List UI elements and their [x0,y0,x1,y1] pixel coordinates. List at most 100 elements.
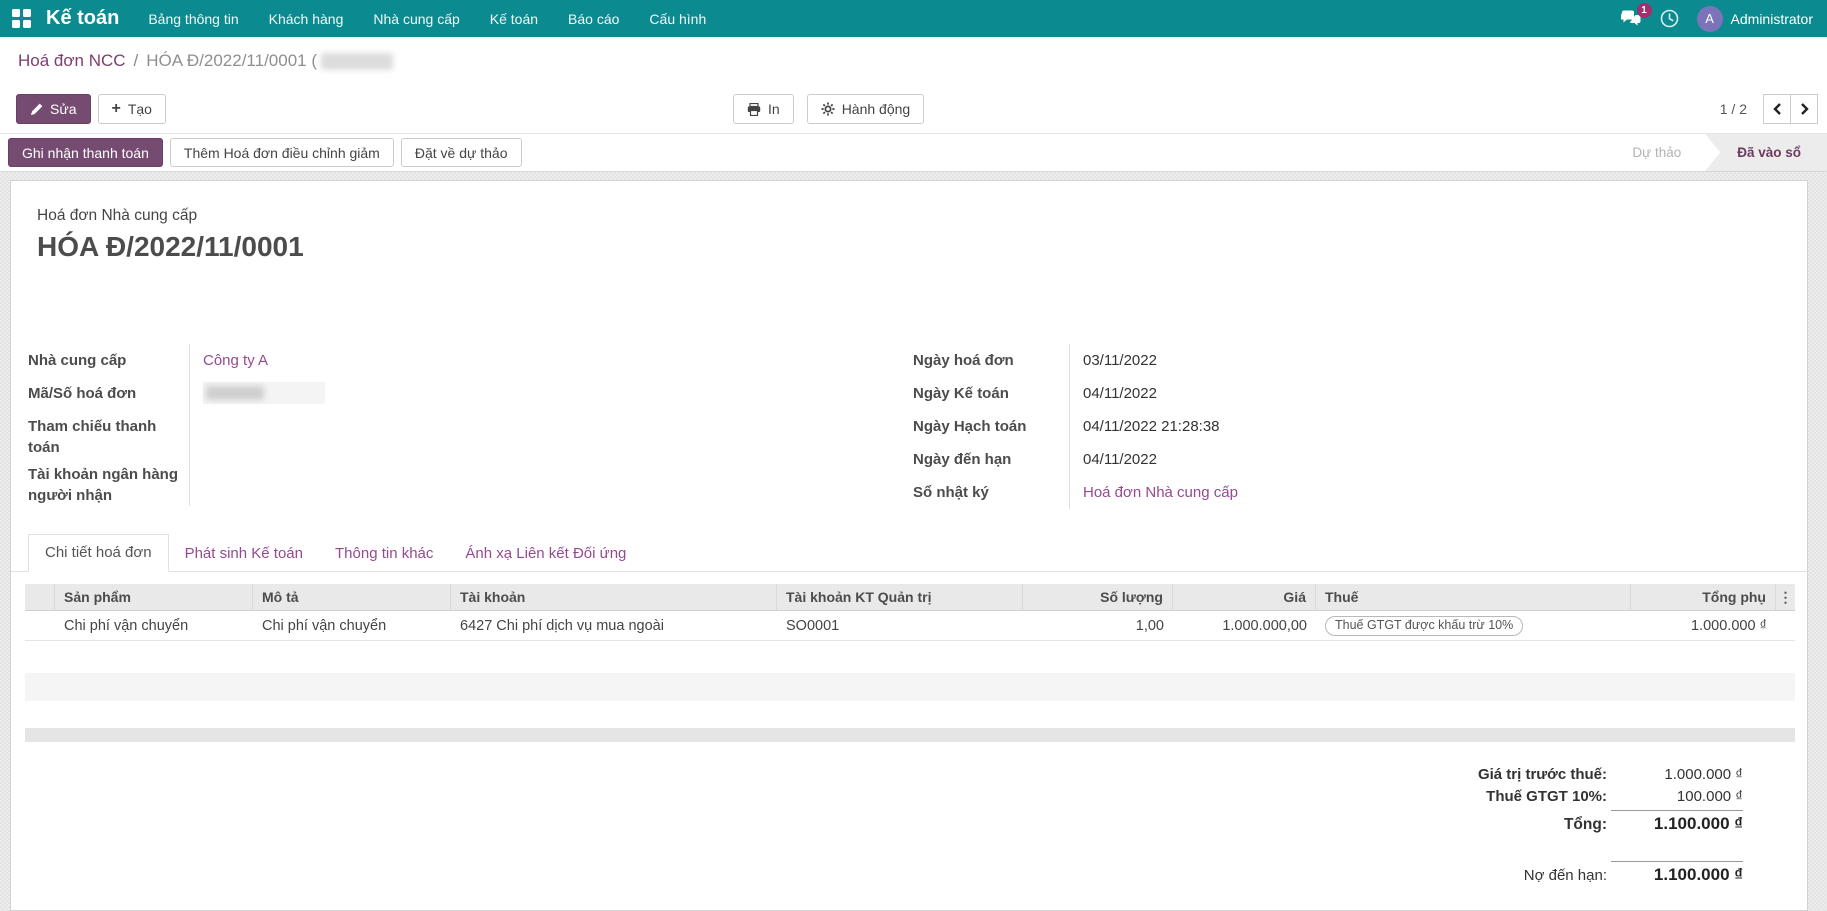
pager-counter: 1 / 2 [1719,101,1747,117]
nav-item-config[interactable]: Cấu hình [634,0,721,37]
cell-account: 6427 Chi phí dịch vụ mua ngoài [460,617,664,634]
breadcrumb-parent-link[interactable]: Hoá đơn NCC [18,51,126,71]
recipient-bank-value [189,458,868,506]
nav-item-reports[interactable]: Báo cáo [553,0,634,37]
invoice-ref-label: Mã/Số hoá đơn [28,385,137,402]
edit-button[interactable]: Sửa [16,94,91,124]
tab-counterpart-mapping[interactable]: Ánh xạ Liên kết Đối ứng [449,536,642,572]
invoice-ref-redacted [206,386,264,400]
section-separator-light [25,673,1795,701]
section-separator-dark [25,728,1795,742]
tab-other-info[interactable]: Thông tin khác [319,536,449,572]
gear-icon [821,102,835,116]
col-account[interactable]: Tài khoản [451,584,777,610]
print-button[interactable]: In [733,94,794,124]
cell-product: Chi phí vận chuyển [64,617,189,634]
total-value: 1.100.000 ₫ [1611,810,1743,834]
invoice-form-sheet: Hoá đơn Nhà cung cấp HÓA Đ/2022/11/0001 … [10,180,1809,911]
invoice-type-label: Hoá đơn Nhà cung cấp [37,207,198,224]
top-nav: Kế toán Bảng thông tin Khách hàng Nhà cu… [0,0,1827,37]
breadcrumb: Hoá đơn NCC / HÓA Đ/2022/11/0001 ( [0,37,1827,85]
stage-draft[interactable]: Dự thảo [1608,134,1705,171]
messages-button[interactable]: 1 [1620,3,1652,27]
nav-item-vendors[interactable]: Nhà cung cấp [358,0,474,37]
control-bar: Sửa + Tạo In Hành động 1 / 2 [0,85,1827,133]
app-brand[interactable]: Kế toán [46,7,119,30]
apps-menu-icon[interactable] [12,8,32,29]
breadcrumb-redacted-text [321,52,394,70]
field-group-left: Nhà cung cấp Công ty A Mã/Số hoá đơn Tha… [28,344,868,506]
invoice-date-value: 03/11/2022 [1069,344,1613,377]
col-product[interactable]: Sản phẩm [55,584,253,610]
state-pipeline: Dự thảo Đã vào sổ [1608,134,1827,171]
untaxed-amount-label: Giá trị trước thuế: [1477,766,1607,783]
tab-invoice-lines[interactable]: Chi tiết hoá đơn [28,534,169,572]
reset-to-draft-button[interactable]: Đặt về dự thảo [400,138,522,167]
cell-price: 1.000.000,00 [1222,617,1307,634]
total-label: Tổng: [1563,816,1607,833]
tab-journal-items[interactable]: Phát sinh Kế toán [169,536,319,572]
invoice-number-title: HÓA Đ/2022/11/0001 [37,231,304,262]
status-bar: Ghi nhận thanh toán Thêm Hoá đơn điều ch… [0,133,1827,172]
col-analytic-account[interactable]: Tài khoản KT Quản trị [777,584,1023,610]
avatar: A [1696,5,1723,32]
amount-due-label: Nợ đến hạn: [1523,867,1607,884]
due-date-label: Ngày đến hạn [913,451,1012,468]
payment-ref-value [189,410,868,458]
posting-date-value: 04/11/2022 21:28:38 [1069,410,1613,443]
invoice-ref-value [189,377,868,410]
user-menu[interactable]: A Administrator [1696,5,1813,32]
col-tax[interactable]: Thuế [1316,584,1631,610]
content-area: Hoá đơn Nhà cung cấp HÓA Đ/2022/11/0001 … [0,172,1827,911]
add-credit-note-button[interactable]: Thêm Hoá đơn điều chỉnh giảm [169,138,394,167]
pager-next-button[interactable] [1790,94,1818,124]
tax-amount-value: 100.000 ₫ [1676,788,1743,805]
col-description[interactable]: Mô tả [253,584,451,610]
due-date-value: 04/11/2022 [1069,443,1613,476]
cell-quantity: 1,00 [1135,617,1164,634]
messages-count-badge: 1 [1636,3,1652,18]
nav-item-customers[interactable]: Khách hàng [254,0,359,37]
amount-due-value: 1.100.000 ₫ [1611,861,1743,885]
journal-value-link[interactable]: Hoá đơn Nhà cung cấp [1083,484,1238,501]
pager-previous-button[interactable] [1763,94,1791,124]
posting-date-label: Ngày Hạch toán [913,418,1027,435]
nav-item-dashboard[interactable]: Bảng thông tin [133,0,253,37]
payment-ref-label: Tham chiếu thanh toán [28,418,157,456]
activities-clock-icon[interactable] [1660,9,1679,28]
breadcrumb-current: HÓA Đ/2022/11/0001 ( [146,51,318,70]
accounting-date-value: 04/11/2022 [1069,377,1613,410]
printer-icon [747,102,761,116]
table-row[interactable]: Chi phí vận chuyển Chi phí vận chuyển 64… [25,611,1795,641]
cell-tax: Thuế GTGT được khấu trừ 10% [1316,615,1631,636]
journal-label: Sổ nhật ký [913,484,989,501]
supplier-label: Nhà cung cấp [28,352,127,369]
recipient-bank-label: Tài khoản ngân hàng người nhận [28,466,179,504]
col-price[interactable]: Giá [1173,584,1316,610]
invoice-date-label: Ngày hoá đơn [913,352,1014,369]
invoice-lines-table: Sản phẩm Mô tả Tài khoản Tài khoản KT Qu… [25,584,1795,641]
breadcrumb-separator: / [133,51,139,70]
cell-subtotal: 1.000.000 ₫ [1691,617,1767,634]
totals-block: Giá trị trước thuế: 1.000.000 ₫ Thuế GTG… [1478,766,1743,890]
tax-amount-label: Thuế GTGT 10%: [1486,788,1607,805]
create-button[interactable]: + Tạo [97,94,166,124]
field-group-right: Ngày hoá đơn 03/11/2022 Ngày Kế toán 04/… [913,344,1613,509]
action-button[interactable]: Hành động [806,94,925,124]
table-header-row: Sản phẩm Mô tả Tài khoản Tài khoản KT Qu… [25,584,1795,611]
register-payment-button[interactable]: Ghi nhận thanh toán [8,138,163,167]
accounting-date-label: Ngày Kế toán [913,385,1009,402]
untaxed-amount-value: 1.000.000 ₫ [1664,766,1743,783]
cell-analytic-account: SO0001 [786,617,840,634]
cell-description: Chi phí vận chuyển [262,617,387,634]
nav-item-accounting[interactable]: Kế toán [475,0,553,37]
optional-columns-icon[interactable]: ⋮ [1776,589,1795,606]
col-subtotal[interactable]: Tổng phụ [1631,584,1776,610]
notebook-tabs: Chi tiết hoá đơn Phát sinh Kế toán Thông… [11,534,1809,572]
pencil-icon [30,103,43,116]
col-quantity[interactable]: Số lượng [1023,584,1173,610]
supplier-value-link[interactable]: Công ty A [203,352,268,369]
user-name: Administrator [1730,10,1813,27]
tax-pill: Thuế GTGT được khấu trừ 10% [1325,615,1524,636]
stage-posted[interactable]: Đã vào sổ [1705,134,1827,171]
